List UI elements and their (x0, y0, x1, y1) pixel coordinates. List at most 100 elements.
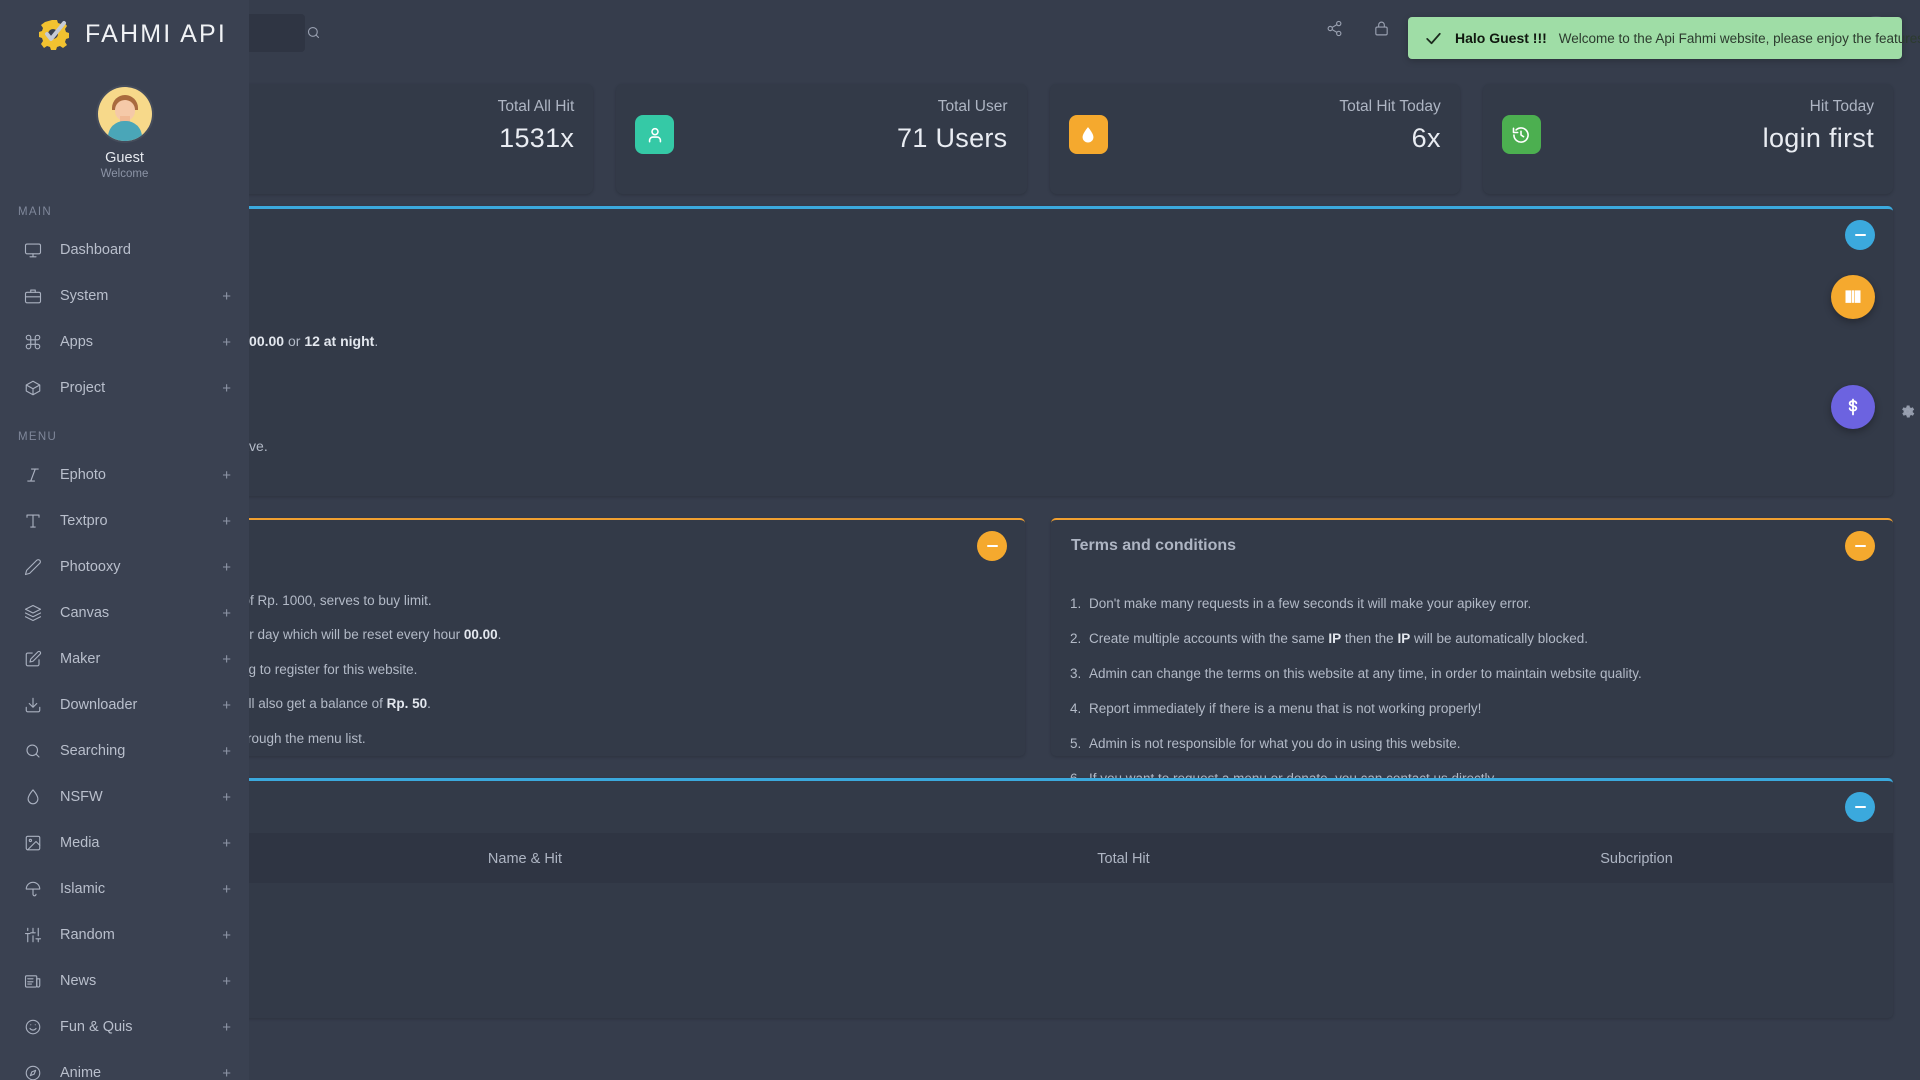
expand-icon[interactable]: + (222, 652, 231, 667)
sidebar-item-textpro[interactable]: Textpro + (0, 498, 249, 544)
layers-icon (22, 602, 44, 624)
card-title: Total User (635, 98, 1007, 116)
sidebar-item-dashboard[interactable]: Dashboard (0, 227, 249, 273)
main-content: Total All Hit 1531x Total User 71 Users … (249, 0, 1920, 1080)
sidebar-item-maker[interactable]: Maker + (0, 636, 249, 682)
expand-icon[interactable]: + (222, 1066, 231, 1080)
smile-icon (22, 1016, 44, 1038)
expand-icon[interactable]: + (222, 381, 231, 396)
brand-logo-area[interactable]: FAHMI API (0, 0, 249, 69)
italic-icon (22, 464, 44, 486)
info-panel: day at 00.00 or 12 at night. you have. (183, 206, 1893, 496)
sidebar-label: Photooxy (60, 559, 222, 575)
card-value: 6x (1069, 123, 1441, 154)
dollar-icon-button[interactable] (1831, 385, 1875, 429)
search-icon[interactable] (306, 25, 321, 45)
sidebar-item-nsfw[interactable]: NSFW + (0, 774, 249, 820)
image-icon (22, 832, 44, 854)
sidebar-item-system[interactable]: System + (0, 273, 249, 319)
card-title: Hit Today (1502, 98, 1874, 116)
sidebar-label: Downloader (60, 697, 222, 713)
user-icon (635, 115, 674, 154)
info-panel-body: day at 00.00 or 12 at night. you have. (183, 261, 1893, 480)
expand-icon[interactable]: + (222, 468, 231, 483)
expand-icon[interactable]: + (222, 836, 231, 851)
sidebar-label: Apps (60, 334, 222, 350)
guide-post: . (498, 627, 502, 642)
guide-post: . (427, 696, 431, 711)
sidebar-item-project[interactable]: Project + (0, 365, 249, 411)
expand-icon[interactable]: + (222, 289, 231, 304)
sidebar-item-apps[interactable]: Apps + (0, 319, 249, 365)
expand-icon[interactable]: + (222, 928, 231, 943)
nav-section-main: MAIN (0, 186, 249, 227)
sliders-icon (22, 924, 44, 946)
expand-icon[interactable]: + (222, 514, 231, 529)
briefcase-icon (22, 285, 44, 307)
sidebar-item-canvas[interactable]: Canvas + (0, 590, 249, 636)
card-value: 71 Users (635, 123, 1007, 154)
collapse-table-panel-button[interactable] (1845, 792, 1875, 822)
sidebar-item-news[interactable]: News + (0, 958, 249, 1004)
box-icon (22, 377, 44, 399)
sidebar-item-anime[interactable]: Anime + (0, 1050, 249, 1080)
toast-message: Welcome to the Api Fahmi website, please… (1559, 31, 1920, 46)
sidebar-item-ephoto[interactable]: Ephoto + (0, 452, 249, 498)
book-icon-button[interactable] (1831, 275, 1875, 319)
terms-panel: Terms and conditions Don't make many req… (1051, 518, 1893, 756)
expand-icon[interactable]: + (222, 1020, 231, 1035)
settings-gear-icon[interactable] (1899, 403, 1916, 425)
guide-bold: 00.00 (464, 627, 498, 642)
expand-icon[interactable]: + (222, 790, 231, 805)
table-header-row: Name & Hit Total Hit Subcription (183, 833, 1893, 883)
sidebar-label: NSFW (60, 789, 222, 805)
expand-icon[interactable]: + (222, 335, 231, 350)
expand-icon[interactable]: + (222, 606, 231, 621)
column-header-subcription[interactable]: Subcription (1380, 833, 1893, 883)
expand-icon[interactable]: + (222, 882, 231, 897)
sidebar-item-searching[interactable]: Searching + (0, 728, 249, 774)
floating-action-buttons (1831, 275, 1875, 429)
sidebar: FAHMI API Guest Welcome MAIN Dashboard S… (0, 0, 249, 1080)
column-header-name-hit[interactable]: Name & Hit (183, 833, 867, 883)
list-item: its per day which will be reset every ho… (217, 618, 999, 652)
term-text: Report immediately if there is a menu th… (1089, 701, 1481, 716)
column-header-total-hit[interactable]: Total Hit (867, 833, 1380, 883)
expand-icon[interactable]: + (222, 744, 231, 759)
sidebar-label: Maker (60, 651, 222, 667)
collapse-guide-panel-button[interactable] (977, 531, 1007, 561)
term-bold2: IP (1397, 631, 1410, 646)
pen-icon (22, 556, 44, 578)
info-line1-suffix: . (374, 333, 378, 349)
droplet-icon (1069, 115, 1108, 154)
stat-card-hit-today: Hit Today login first 3% then previous m… (1483, 84, 1893, 194)
avatar[interactable] (98, 87, 152, 141)
stat-card-row: Total All Hit 1531x Total User 71 Users … (183, 84, 1893, 194)
sidebar-item-photooxy[interactable]: Photooxy + (0, 544, 249, 590)
sidebar-item-downloader[interactable]: Downloader + (0, 682, 249, 728)
collapse-terms-panel-button[interactable] (1845, 531, 1875, 561)
list-item: Admin is not responsible for what you do… (1085, 726, 1867, 761)
sidebar-item-media[interactable]: Media + (0, 820, 249, 866)
sidebar-item-islamic[interactable]: Islamic + (0, 866, 249, 912)
list-item: nviting to register for this website. (217, 653, 999, 687)
command-icon (22, 331, 44, 353)
lock-icon[interactable] (1373, 20, 1390, 42)
collapse-info-panel-button[interactable] (1845, 220, 1875, 250)
data-table: Name & Hit Total Hit Subcription (183, 833, 1893, 883)
expand-icon[interactable]: + (222, 698, 231, 713)
sidebar-item-random[interactable]: Random + (0, 912, 249, 958)
fahmi-gear-check-icon (38, 18, 74, 52)
expand-icon[interactable]: + (222, 974, 231, 989)
sidebar-item-fun-quis[interactable]: Fun & Quis + (0, 1004, 249, 1050)
card-title: Total Hit Today (1069, 98, 1441, 116)
guide-text: nce of Rp. 1000, serves to buy limit. (217, 593, 432, 608)
info-panel-header (183, 209, 1893, 261)
expand-icon[interactable]: + (222, 560, 231, 575)
toast-notification: Halo Guest !!! Welcome to the Api Fahmi … (1408, 17, 1902, 59)
sidebar-label: System (60, 288, 222, 304)
sidebar-label: Textpro (60, 513, 222, 529)
sidebar-label: Fun & Quis (60, 1019, 222, 1035)
term-text: Don't make many requests in a few second… (1089, 596, 1531, 611)
share-icon[interactable] (1326, 20, 1343, 42)
